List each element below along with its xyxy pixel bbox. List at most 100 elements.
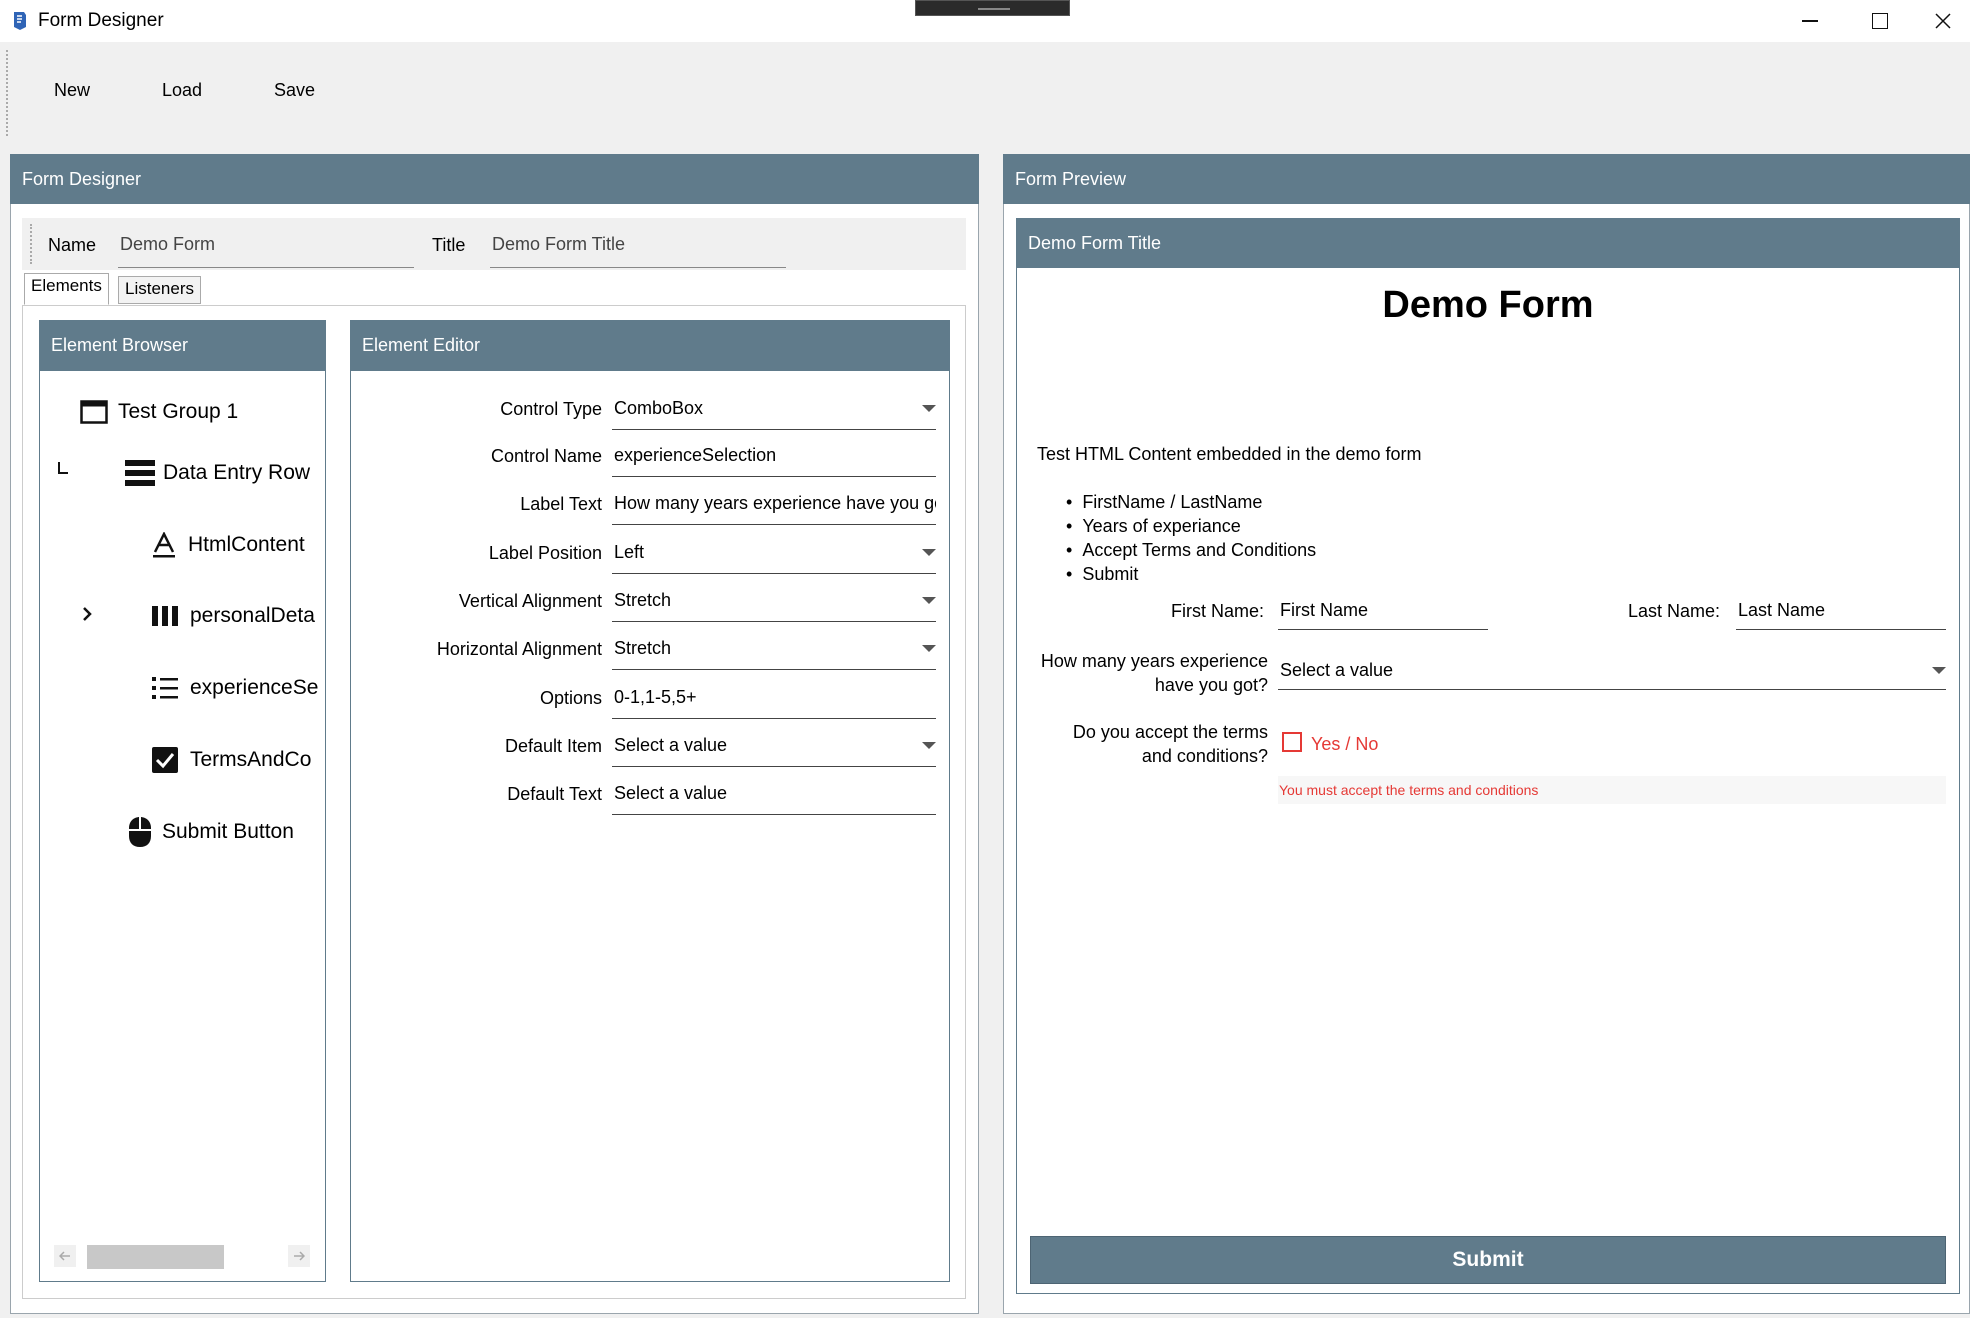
list-icon: [152, 677, 178, 699]
default-text-label: Default Text: [507, 784, 602, 804]
tree-expand-icon[interactable]: [58, 462, 68, 474]
scroll-left-button[interactable]: [54, 1245, 76, 1267]
first-name-input[interactable]: First Name: [1278, 600, 1488, 630]
name-input[interactable]: Demo Form: [118, 234, 414, 268]
tree-item-label: experienceSe: [190, 676, 319, 699]
chevron-down-icon: [922, 549, 936, 556]
tree-item-label: Submit Button: [162, 820, 294, 843]
last-name-label: Last Name:: [1627, 601, 1720, 621]
experience-select-value: Select a value: [1280, 660, 1394, 680]
chevron-down-icon: [922, 405, 936, 412]
app-icon: [14, 12, 26, 30]
tree-item[interactable]: Test Group 1: [80, 395, 324, 429]
horizontal-alignment-label: Horizontal Alignment: [436, 639, 602, 659]
new-button[interactable]: New: [54, 80, 90, 101]
horizontal-alignment-value: Stretch: [614, 638, 672, 658]
experience-label-line: How many years experience: [1040, 651, 1268, 671]
group-box-icon: [80, 400, 108, 424]
terms-checkbox[interactable]: [1282, 732, 1302, 752]
columns-icon: [152, 606, 178, 626]
arrow-left-icon: [59, 1251, 70, 1261]
close-button[interactable]: [1916, 0, 1970, 42]
maximize-button[interactable]: [1846, 0, 1914, 42]
row-grip: [30, 224, 32, 264]
close-icon: [1935, 13, 1951, 29]
bullet-item: • Accept Terms and Conditions: [1066, 540, 1317, 560]
tree-item[interactable]: Submit Button: [128, 814, 324, 850]
default-item-select[interactable]: Select a value: [612, 735, 936, 767]
text-icon: [153, 532, 175, 558]
tree-item-label: Test Group 1: [118, 400, 239, 423]
title-label: Title: [432, 235, 466, 255]
tree-item-label: TermsAndCo: [190, 748, 312, 771]
terms-error-message: You must accept the terms and conditions: [1279, 782, 1539, 798]
checkbox-icon: [152, 747, 178, 773]
control-type-value: ComboBox: [614, 398, 704, 418]
tree-item-label: Data Entry Row: [163, 461, 311, 484]
tree-item[interactable]: HtmlContent: [152, 527, 324, 563]
form-preview-header: Form Preview: [1003, 154, 1970, 204]
terms-label-line: and conditions?: [1141, 746, 1268, 766]
last-name-input[interactable]: Last Name: [1736, 600, 1946, 630]
bullet-item: • FirstName / LastName: [1066, 492, 1263, 512]
rows-icon: [125, 460, 155, 486]
horizontal-scrollbar-thumb[interactable]: [87, 1245, 224, 1269]
bullet-item: • Years of experiance: [1066, 516, 1241, 536]
terms-label-line: Do you accept the terms: [1072, 722, 1268, 742]
tree-item[interactable]: personalDeta: [152, 598, 324, 634]
bullet-item: • Submit: [1066, 564, 1139, 584]
control-name-label: Control Name: [490, 446, 602, 466]
tree-item[interactable]: Data Entry Row: [125, 455, 325, 491]
vertical-alignment-value: Stretch: [614, 590, 672, 610]
tab-elements[interactable]: Elements: [24, 273, 109, 305]
arrow-right-icon: [294, 1251, 305, 1261]
tab-listeners[interactable]: Listeners: [118, 276, 201, 304]
experience-label: How many years experience have you got?: [1030, 649, 1268, 697]
first-name-label: First Name:: [1170, 601, 1264, 621]
chevron-right-icon[interactable]: [80, 606, 94, 622]
chevron-down-icon: [922, 645, 936, 652]
name-label: Name: [48, 235, 97, 255]
tree-item-label: personalDeta: [190, 604, 315, 627]
element-editor-header: Element Editor: [350, 320, 950, 371]
bullet-item-text: Years of experiance: [1082, 516, 1241, 536]
experience-select[interactable]: Select a value: [1278, 660, 1946, 690]
scroll-right-button[interactable]: [288, 1245, 310, 1267]
minimize-icon: [1802, 20, 1818, 22]
bullet-item-text: Submit: [1082, 564, 1139, 584]
tree-item[interactable]: TermsAndCo: [152, 742, 324, 778]
chevron-down-icon: [1932, 667, 1946, 674]
default-text-input[interactable]: Select a value: [612, 783, 936, 815]
bullet-item-text: FirstName / LastName: [1082, 492, 1263, 512]
maximize-icon: [1872, 13, 1888, 29]
vertical-alignment-select[interactable]: Stretch: [612, 590, 936, 622]
form-designer-header: Form Designer: [10, 154, 979, 204]
demo-form-title-bar: Demo Form Title: [1016, 218, 1960, 268]
terms-checkbox-label[interactable]: Yes / No: [1311, 734, 1378, 755]
chevron-down-icon: [922, 742, 936, 749]
toolbar-grip[interactable]: [6, 50, 8, 136]
options-input[interactable]: 0-1,1-5,5+: [612, 687, 936, 719]
label-position-value: Left: [614, 542, 645, 562]
terms-label: Do you accept the terms and conditions?: [1030, 720, 1268, 768]
label-text-label: Label Text: [520, 494, 602, 514]
tree-item[interactable]: experienceSe: [152, 670, 324, 706]
submit-button[interactable]: Submit: [1030, 1236, 1946, 1284]
title-input[interactable]: Demo Form Title: [490, 234, 786, 268]
element-browser-header: Element Browser: [39, 320, 326, 371]
window-title: Form Designer: [38, 10, 164, 31]
load-button[interactable]: Load: [162, 80, 202, 101]
label-text-input[interactable]: How many years experience have you gc: [612, 493, 936, 525]
drag-handle[interactable]: [915, 0, 1070, 16]
minimize-button[interactable]: [1776, 0, 1844, 42]
experience-label-line: have you got?: [1154, 675, 1268, 695]
control-name-input[interactable]: experienceSelection: [612, 445, 936, 477]
save-button[interactable]: Save: [274, 80, 315, 101]
horizontal-alignment-select[interactable]: Stretch: [612, 638, 936, 670]
default-item-label: Default Item: [504, 736, 602, 756]
control-type-select[interactable]: ComboBox: [612, 398, 936, 430]
bullet-item-text: Accept Terms and Conditions: [1082, 540, 1317, 560]
label-position-select[interactable]: Left: [612, 542, 936, 574]
default-item-value: Select a value: [614, 735, 728, 755]
chevron-down-icon: [922, 597, 936, 604]
